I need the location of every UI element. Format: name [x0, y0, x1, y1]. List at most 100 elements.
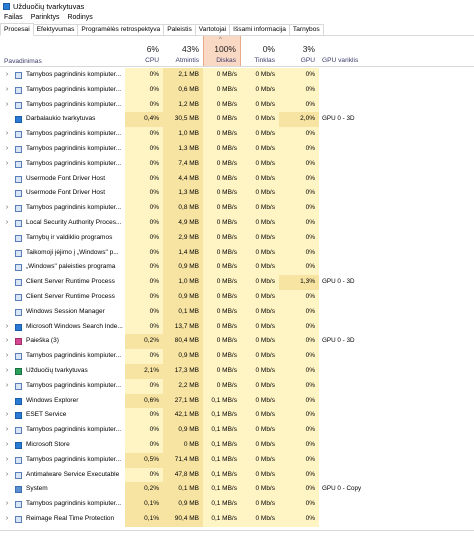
table-row[interactable]: › Tarnybos pagrindinis kompiuter... 0,5% 71… — [0, 452, 474, 468]
process-name-cell: › Tarnybos pagrindinis kompiuter... — [0, 83, 125, 98]
expand-chevron-icon[interactable]: › — [4, 216, 10, 231]
cpu-value: 0% — [125, 215, 163, 231]
memory-value: 0 MB — [163, 437, 203, 453]
table-row[interactable]: › Tarnybos pagrindinis kompiuter... 0% 7,4 … — [0, 156, 474, 172]
gpu-engine-value — [319, 201, 474, 216]
shield-icon — [15, 412, 22, 420]
table-row[interactable]: › Local Security Authority Proces... 0% 4,9… — [0, 215, 474, 231]
expand-chevron-icon[interactable]: › — [4, 157, 10, 172]
expand-chevron-icon[interactable]: › — [4, 83, 10, 98]
expand-chevron-icon[interactable]: › — [4, 512, 10, 527]
app-icon — [15, 471, 22, 479]
table-row[interactable]: › Tarnybos pagrindinis kompiuter... 0% 1,3 … — [0, 141, 474, 157]
table-row[interactable]: Usermode Font Driver Host 0% 1,3 MB 0 MB/s 0… — [0, 186, 474, 202]
tab-users[interactable]: Vartotojai — [194, 24, 231, 35]
app-icon — [15, 219, 22, 227]
memory-value: 0,8 MB — [163, 201, 203, 216]
table-row[interactable]: Windows Session Manager 0% 0,1 MB 0 MB/s 0 M… — [0, 304, 474, 320]
tab-services[interactable]: Tarnybos — [288, 24, 324, 35]
tab-performance[interactable]: Efektyvumas — [32, 24, 79, 35]
table-row[interactable]: › Tarnybos pagrindinis kompiuter... 0% 2,1 … — [0, 68, 474, 83]
column-disk-header[interactable]: ^ 100% Diskas — [203, 36, 241, 66]
table-row[interactable]: › Tarnybos pagrindinis kompiuter... 0% 0,9 … — [0, 423, 474, 438]
expand-chevron-icon[interactable]: › — [4, 497, 10, 512]
memory-value: 2,9 MB — [163, 230, 203, 246]
memory-value: 17,3 MB — [163, 363, 203, 379]
process-name-cell: Client Server Runtime Process — [0, 275, 125, 290]
expand-chevron-icon[interactable]: › — [4, 423, 10, 438]
disk-value: 0 MB/s — [203, 171, 241, 187]
process-name-cell: Tarnybų ir valdiklio programos — [0, 231, 125, 246]
menu-view[interactable]: Rodinys — [63, 14, 96, 21]
process-name-cell: Darbalaukio tvarkytuvas — [0, 112, 125, 127]
expand-chevron-icon[interactable]: › — [4, 127, 10, 142]
column-memory-header[interactable]: 43% Atmintis — [163, 36, 203, 66]
tab-app-history[interactable]: Programėlės retrospektyva — [77, 24, 165, 35]
expand-chevron-icon[interactable]: › — [4, 438, 10, 453]
expand-chevron-icon[interactable]: › — [4, 364, 10, 379]
network-value: 0 Mb/s — [241, 349, 279, 364]
table-row[interactable]: › Paieška (3) 0,2% 80,4 MB 0 MB/s 0 Mb/s 0% GPU… — [0, 334, 474, 350]
disk-value: 0 MB/s — [203, 275, 241, 290]
cpu-value: 0% — [125, 201, 163, 216]
expand-chevron-icon[interactable]: › — [4, 453, 10, 468]
table-row[interactable]: Client Server Runtime Process 0% 0,9 MB 0 M… — [0, 289, 474, 305]
expand-chevron-icon[interactable]: › — [4, 379, 10, 394]
expand-chevron-icon[interactable]: › — [4, 98, 10, 113]
column-gpu-header[interactable]: 3% GPU — [279, 36, 319, 66]
tab-details[interactable]: Išsami informacija — [229, 24, 290, 35]
disk-value: 0 MB/s — [203, 334, 241, 350]
process-name-cell: › Užduočių tvarkytuvas — [0, 364, 125, 379]
table-row[interactable]: Client Server Runtime Process 0% 1,0 MB 0 M… — [0, 275, 474, 290]
table-row[interactable]: › ESET Service 0% 42,1 MB 0,1 MB/s 0 Mb/s 0% — [0, 408, 474, 424]
menu-options[interactable]: Parinktys — [27, 14, 64, 21]
process-name-cell: › Microsoft Store — [0, 438, 125, 453]
tab-processes[interactable]: Procesai — [0, 23, 34, 36]
table-row[interactable]: System 0,2% 0,1 MB 0,1 MB/s 0 Mb/s 0% GPU 0 - … — [0, 482, 474, 498]
memory-label: Atmintis — [175, 57, 199, 64]
expand-chevron-icon[interactable]: › — [4, 68, 10, 83]
table-row[interactable]: „Windows" paleisties programa 0% 0,9 MB 0 M… — [0, 260, 474, 276]
expand-chevron-icon[interactable]: › — [4, 468, 10, 483]
menu-file[interactable]: Failas — [0, 14, 27, 21]
memory-value: 2,2 MB — [163, 378, 203, 394]
column-network-header[interactable]: 0% Tinklas — [241, 36, 279, 66]
expand-chevron-icon[interactable]: › — [4, 142, 10, 157]
table-row[interactable]: › Reimage Real Time Protection 0,1% 90,4 MB… — [0, 511, 474, 527]
table-row[interactable]: › Tarnybos pagrindinis kompiuter... 0% 0,6 … — [0, 82, 474, 98]
expand-chevron-icon[interactable]: › — [4, 201, 10, 216]
table-row[interactable]: › Tarnybos pagrindinis kompiuter... 0,1% 0,… — [0, 497, 474, 512]
expand-chevron-icon[interactable]: › — [4, 334, 10, 349]
process-name: Windows Session Manager — [26, 307, 105, 315]
table-row[interactable]: › Tarnybos pagrindinis kompiuter... 0% 2,2 … — [0, 378, 474, 394]
gpu-engine-value — [319, 231, 474, 246]
gpu-value: 0% — [279, 260, 319, 276]
disk-value: 0 MB/s — [203, 319, 241, 335]
column-gpu-engine-header[interactable]: GPU variklis — [322, 57, 358, 64]
table-row[interactable]: Darbalaukio tvarkytuvas 0,4% 30,5 MB 0 MB/s… — [0, 112, 474, 128]
table-row[interactable]: › Tarnybos pagrindinis kompiuter... 0% 1,0 … — [0, 127, 474, 142]
gpu-value: 0% — [279, 171, 319, 187]
table-row[interactable]: Usermode Font Driver Host 0% 4,4 MB 0 MB/s 0… — [0, 171, 474, 187]
table-row[interactable]: › Tarnybos pagrindinis kompiuter... 0% 0,9 … — [0, 349, 474, 364]
gear-icon — [15, 427, 22, 435]
expand-chevron-icon[interactable]: › — [4, 349, 10, 364]
table-row[interactable]: › Tarnybos pagrindinis kompiuter... 0% 0,8 … — [0, 201, 474, 216]
tab-startup[interactable]: Paleistis — [163, 24, 196, 35]
process-name-cell: › Tarnybos pagrindinis kompiuter... — [0, 379, 125, 394]
table-row[interactable]: › Užduočių tvarkytuvas 2,1% 17,3 MB 0 MB/s 0 … — [0, 363, 474, 379]
expand-chevron-icon[interactable]: › — [4, 408, 10, 423]
gpu-value: 0% — [279, 127, 319, 142]
column-cpu-header[interactable]: 6% CPU — [125, 36, 163, 66]
table-row[interactable]: › Microsoft Windows Search Inde... 0% 13,7 … — [0, 319, 474, 335]
table-row[interactable]: Windows Explorer 0,6% 27,1 MB 0,1 MB/s 0 Mb/… — [0, 393, 474, 409]
table-row[interactable]: Tarnybų ir valdiklio programos 0% 2,9 MB 0 … — [0, 230, 474, 246]
memory-value: 0,1 MB — [163, 482, 203, 498]
process-name-cell: › Tarnybos pagrindinis kompiuter... — [0, 349, 125, 364]
expand-chevron-icon[interactable]: › — [4, 320, 10, 335]
table-row[interactable]: › Antimalware Service Executable 0% 47,8 MB… — [0, 467, 474, 483]
table-row[interactable]: Taikomoji įėjimo į „Windows" p... 0% 1,4 M… — [0, 245, 474, 261]
table-row[interactable]: › Microsoft Store 0% 0 MB 0,1 MB/s 0 Mb/s 0% — [0, 437, 474, 453]
table-row[interactable]: › Tarnybos pagrindinis kompiuter... 0% 1,2 … — [0, 97, 474, 113]
column-name-header[interactable]: Pavadinimas — [4, 58, 42, 65]
